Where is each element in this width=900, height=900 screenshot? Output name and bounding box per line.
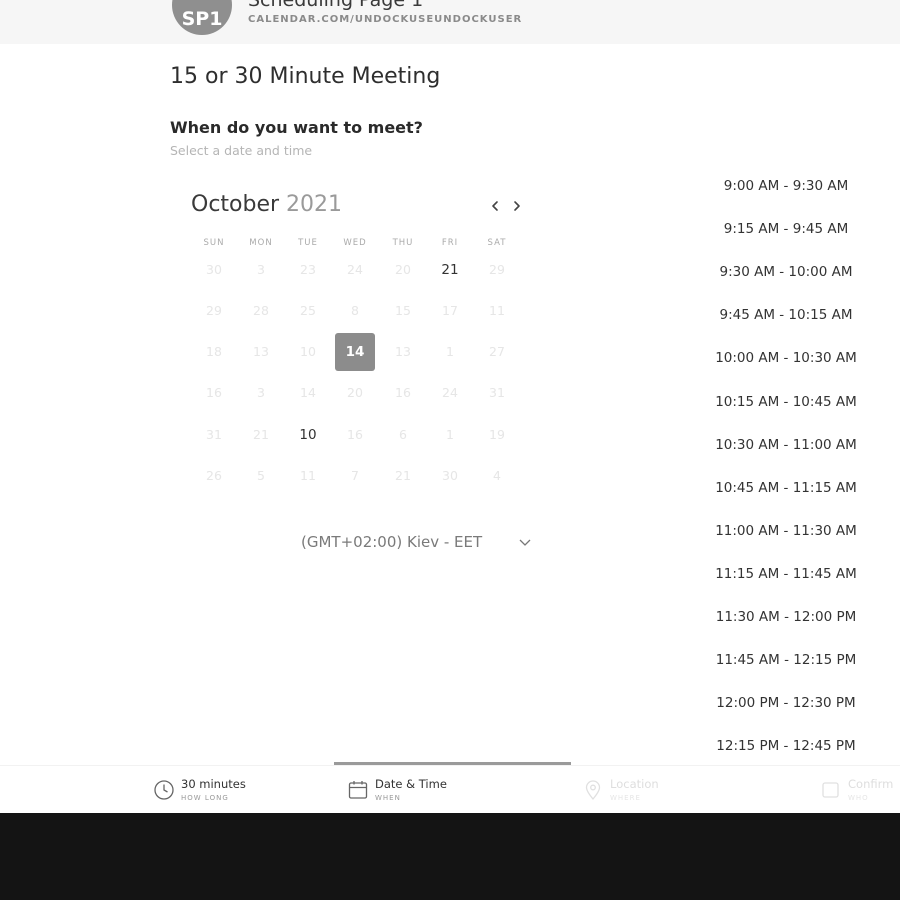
- when-question: When do you want to meet?: [170, 118, 423, 137]
- time-slot-button[interactable]: 11:00 AM - 11:30 AM: [705, 513, 867, 549]
- steps-divider: [0, 765, 900, 766]
- time-slot-button[interactable]: 10:00 AM - 10:30 AM: [705, 340, 867, 376]
- chevron-left-icon: [492, 201, 498, 211]
- step-location-label: Location: [610, 777, 659, 791]
- calendar-day: 19: [489, 427, 505, 442]
- next-month-button[interactable]: [508, 196, 526, 216]
- calendar-day[interactable]: 21: [430, 251, 470, 289]
- calendar-day: 15: [395, 303, 411, 318]
- weekday-label: TUE: [298, 238, 318, 248]
- calendar-day: 11: [489, 303, 505, 318]
- event-title: 15 or 30 Minute Meeting: [170, 64, 441, 89]
- weekday-label: MON: [249, 238, 273, 248]
- calendar-day: 10: [300, 344, 316, 359]
- active-step-indicator: [334, 762, 571, 765]
- calendar-month: October: [191, 192, 280, 217]
- calendar-month-title: October 2021: [191, 192, 342, 217]
- booking-steps: 30 minutes HOW LONG Date & Time WHEN Loc…: [0, 762, 900, 813]
- calendar-day: 13: [395, 344, 411, 359]
- step-confirm-sub: WHO: [848, 794, 869, 802]
- time-slot-button[interactable]: 10:30 AM - 11:00 AM: [705, 427, 867, 463]
- calendar-day: 26: [206, 468, 222, 483]
- page-header: SP1 Scheduling Page 1 CALENDAR.COM/UNDOC…: [0, 0, 900, 44]
- calendar-day: 29: [206, 303, 222, 318]
- weekday-label: WED: [343, 238, 367, 248]
- weekday-label: FRI: [441, 238, 459, 248]
- calendar-day: 16: [206, 385, 222, 400]
- calendar-day: 20: [395, 262, 411, 277]
- calendar-day: 21: [253, 427, 269, 442]
- prev-month-button[interactable]: [486, 196, 504, 216]
- chevron-right-icon: [514, 201, 520, 211]
- calendar-day: 20: [347, 385, 363, 400]
- step-duration-label: 30 minutes: [181, 777, 246, 791]
- calendar-day: 1: [446, 427, 454, 442]
- weekday-label: THU: [392, 238, 414, 248]
- calendar-day: 5: [257, 468, 265, 483]
- calendar-day: 14: [300, 385, 316, 400]
- time-slot-button[interactable]: 12:00 PM - 12:30 PM: [705, 685, 867, 721]
- calendar-day: 24: [442, 385, 458, 400]
- timezone-select[interactable]: (GMT+02:00) Kiev - EET: [300, 530, 540, 556]
- time-slot-button[interactable]: 11:15 AM - 11:45 AM: [705, 556, 867, 592]
- calendar-day: 8: [351, 303, 359, 318]
- calendar-day: 27: [489, 344, 505, 359]
- confirm-icon: [822, 782, 839, 798]
- location-pin-icon: [585, 780, 601, 801]
- calendar-day: 31: [489, 385, 505, 400]
- calendar-day: 24: [347, 262, 363, 277]
- scheduling-page: SP1 Scheduling Page 1 CALENDAR.COM/UNDOC…: [0, 0, 900, 900]
- calendar-day: 4: [493, 468, 501, 483]
- calendar-day: 16: [395, 385, 411, 400]
- calendar-day: 3: [257, 262, 265, 277]
- calendar-day: 7: [351, 468, 359, 483]
- step-date-time-sub: WHEN: [375, 794, 401, 802]
- calendar-day: 3: [257, 385, 265, 400]
- calendar-icon: [348, 781, 368, 799]
- calendar-day: 28: [253, 303, 269, 318]
- time-slot-button[interactable]: 9:30 AM - 10:00 AM: [705, 254, 867, 290]
- calendar-day: 6: [399, 427, 407, 442]
- step-date-time-label: Date & Time: [375, 777, 447, 791]
- calendar-day: 30: [442, 468, 458, 483]
- clock-icon: [154, 780, 174, 800]
- time-slot-button[interactable]: 9:15 AM - 9:45 AM: [705, 211, 867, 247]
- select-date-hint: Select a date and time: [170, 143, 313, 158]
- calendar-day: 23: [300, 262, 316, 277]
- calendar-day: 16: [347, 427, 363, 442]
- calendar-day: 25: [300, 303, 316, 318]
- calendar-day: 29: [489, 262, 505, 277]
- screen-bottom-bar: [0, 813, 900, 900]
- time-slot-button[interactable]: 11:30 AM - 12:00 PM: [705, 599, 867, 635]
- chevron-down-icon: [519, 539, 531, 546]
- calendar-day: 1: [446, 344, 454, 359]
- time-slot-button[interactable]: 9:45 AM - 10:15 AM: [705, 297, 867, 333]
- time-slot-button[interactable]: 10:45 AM - 11:15 AM: [705, 470, 867, 506]
- weekday-label: SUN: [203, 238, 225, 248]
- calendar-day: 13: [253, 344, 269, 359]
- calendar-day: 17: [442, 303, 458, 318]
- time-slot-button[interactable]: 10:15 AM - 10:45 AM: [705, 384, 867, 420]
- calendar-day: 31: [206, 427, 222, 442]
- calendar-year: 2021: [286, 192, 343, 217]
- calendar-day: 18: [206, 344, 222, 359]
- avatar: SP1: [172, 0, 232, 35]
- calendar-day-selected[interactable]: 14: [335, 333, 375, 371]
- calendar-day: 30: [206, 262, 222, 277]
- step-duration-sub: HOW LONG: [181, 794, 229, 802]
- time-slot-button[interactable]: 11:45 AM - 12:15 PM: [705, 642, 867, 678]
- step-location-sub: WHERE: [610, 794, 641, 802]
- page-title: Scheduling Page 1: [248, 0, 424, 11]
- timezone-label: (GMT+02:00) Kiev - EET: [301, 533, 483, 551]
- step-confirm-label: Confirm: [848, 777, 894, 791]
- page-url: CALENDAR.COM/UNDOCKUSEUNDOCKUSER: [248, 14, 523, 25]
- calendar-day[interactable]: 10: [288, 416, 328, 454]
- weekday-label: SAT: [487, 238, 507, 248]
- time-slot-button[interactable]: 12:15 PM - 12:45 PM: [705, 728, 867, 764]
- time-slot-button[interactable]: 9:00 AM - 9:30 AM: [705, 168, 867, 204]
- calendar-day: 21: [395, 468, 411, 483]
- calendar-day: 11: [300, 468, 316, 483]
